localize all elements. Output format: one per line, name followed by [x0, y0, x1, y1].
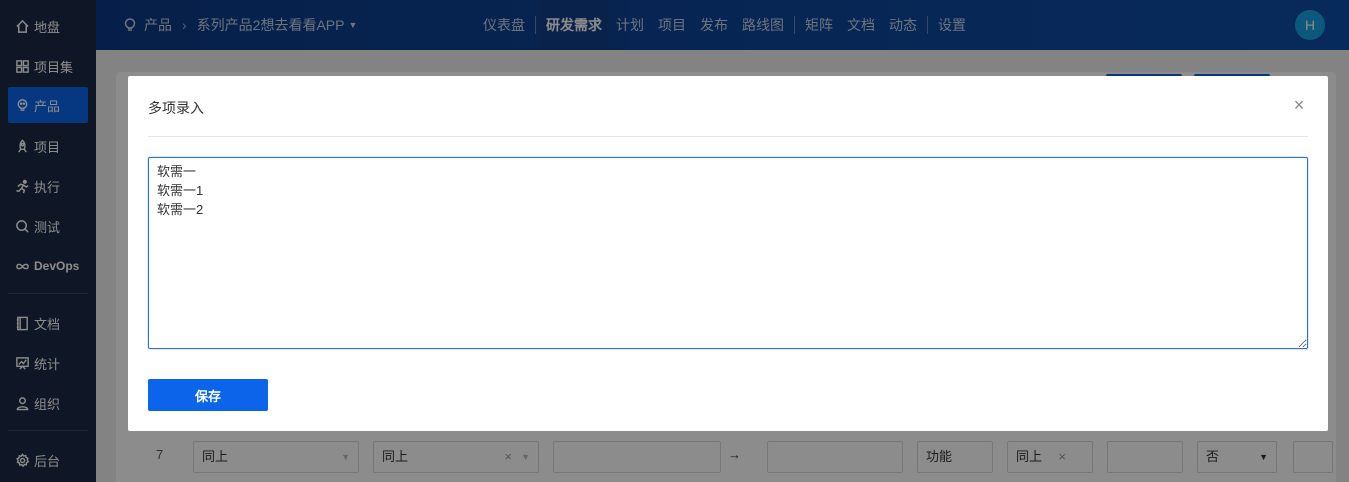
- batch-input-modal: 多项录入 × 软需一 软需一1 软需一2 保存: [128, 76, 1328, 431]
- multi-input-textarea[interactable]: 软需一 软需一1 软需一2: [148, 157, 1308, 349]
- save-button[interactable]: 保存: [148, 379, 268, 411]
- modal-divider: [148, 136, 1308, 137]
- close-icon[interactable]: ×: [1290, 96, 1308, 114]
- modal-title: 多项录入: [148, 100, 204, 116]
